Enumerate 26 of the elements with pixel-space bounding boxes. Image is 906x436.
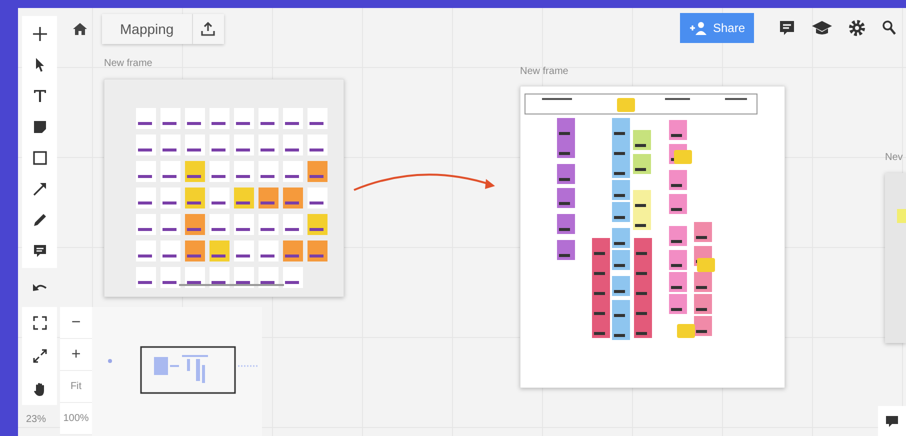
zoom-level: 23%	[26, 414, 46, 425]
frame-title: New frame	[520, 66, 568, 77]
search-icon[interactable]	[882, 20, 896, 36]
frame-title: Nev	[885, 152, 903, 163]
comment-icon[interactable]	[778, 19, 796, 37]
chat-button[interactable]	[878, 406, 906, 436]
minimap-drawing[interactable]	[92, 307, 262, 436]
add-icon[interactable]	[32, 26, 48, 42]
arrow-tool-icon[interactable]	[32, 180, 48, 196]
graduation-cap-icon[interactable]	[812, 20, 832, 36]
fit-screen-icon[interactable]	[32, 315, 48, 332]
frame-title: New frame	[104, 58, 152, 69]
upload-icon	[200, 21, 216, 37]
expand-icon[interactable]	[32, 348, 48, 364]
text-tool-icon[interactable]	[32, 88, 48, 104]
chat-icon	[885, 415, 899, 427]
comment-tool-icon[interactable]	[32, 242, 48, 258]
pen-icon[interactable]	[32, 212, 48, 228]
rectangle-icon[interactable]	[32, 150, 48, 166]
upload-button[interactable]	[192, 14, 224, 44]
board-title-button[interactable]: Mapping	[102, 14, 193, 44]
share-button[interactable]: Share	[680, 13, 754, 43]
sticky-note-icon[interactable]	[32, 118, 48, 134]
home-icon[interactable]	[72, 21, 88, 37]
add-person-icon	[688, 21, 709, 35]
settings-icon[interactable]	[848, 19, 866, 37]
